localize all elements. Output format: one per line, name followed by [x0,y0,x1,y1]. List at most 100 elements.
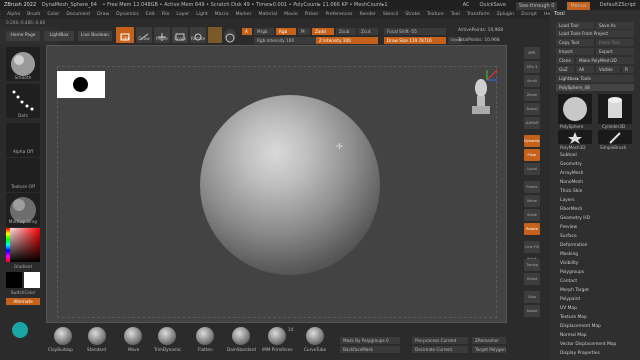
menu-dynamics[interactable]: Dynamics [116,10,139,19]
subpalette-uv-map[interactable]: UV Map [560,306,577,311]
preprocess-current-button[interactable]: Pre-process Current [412,337,468,344]
default-zscript-button[interactable]: DefaultZScript [600,0,636,10]
trimdynamic-brush-icon[interactable] [158,327,176,345]
menu-zscript[interactable]: Zscript [521,10,537,19]
aahalf-button[interactable]: AAHalf [524,117,540,129]
polymesh-thumb[interactable] [558,130,592,144]
xpose-button[interactable]: Xpose [524,305,540,317]
zoom-button[interactable]: Zoom [524,89,540,101]
load-tool-button[interactable]: Load Tool [556,22,594,29]
subpalette-visibility[interactable]: Visibility [560,261,578,266]
move-view-button[interactable]: Move [524,195,540,207]
copy-tool-button[interactable]: Copy Tool [556,39,594,46]
draw-button[interactable]: Draw [136,27,152,43]
lightbox-tools-button[interactable]: Lightbox▸ Tools [556,75,634,82]
damstandard-brush-icon[interactable] [232,327,250,345]
subpalette-arraymesh[interactable]: ArrayMesh [560,171,583,176]
subpalette-deformation[interactable]: Deformation [560,243,587,248]
rotate-button[interactable]: Rotate [190,27,206,43]
menu-movie[interactable]: Movie [284,10,298,19]
menu-stroke[interactable]: Stroke [405,10,420,19]
gradient-label[interactable]: Gradient [0,264,46,269]
menu-color[interactable]: Color [47,10,59,19]
clone-button[interactable]: Clone [556,57,574,64]
subpalette-geometry[interactable]: Geometry [560,162,582,167]
menu-alpha[interactable]: Alpha [7,10,20,19]
move-button[interactable]: Move [154,27,170,43]
sculptris-toggle[interactable] [224,29,236,43]
spix-button[interactable]: SPix 3 [524,61,540,73]
menu-tool[interactable]: Tool [451,10,460,19]
subpalette-geometry-hd[interactable]: Geometry HD [560,216,590,221]
menu-marker[interactable]: Marker [236,10,252,19]
make-polymesh-button[interactable]: Make PolyMesh3D [576,57,634,64]
polyf-button[interactable]: Line Fill PolyF [524,241,540,261]
menu-zplugin[interactable]: Zplugin [497,10,514,19]
zremesher-button[interactable]: ZRemesher [472,337,506,344]
quicksave-button[interactable]: QuickSave [479,0,505,10]
subpalette-display-properties[interactable]: Display Properties [560,351,600,356]
z-intensity-slider[interactable]: Z Intensity 100 [316,37,378,44]
ghost-button[interactable]: Ghost [524,273,540,285]
see-through-slider[interactable]: See-through 0 [515,1,558,10]
menu-document[interactable]: Document [66,10,90,19]
import-button[interactable]: Import [556,48,594,55]
menu-light[interactable]: Light [196,10,207,19]
subpalette-fibermesh[interactable]: FiberMesh [560,207,582,212]
secondary-color-swatch[interactable] [24,272,40,288]
subpalette-morph-target[interactable]: Morph Target [560,288,589,293]
simplebrush-thumb[interactable] [598,130,632,144]
material-swatch[interactable] [208,27,222,43]
subpalette-nanomesh[interactable]: NanoMesh [560,180,583,185]
bpr-button[interactable]: BPR [524,47,540,59]
edit-button[interactable]: Edit [116,27,134,43]
alternate-button[interactable]: Alternate [6,298,40,305]
polysphere-thumb[interactable] [558,94,592,124]
zadd-toggle[interactable]: Zadd [312,28,334,35]
color-picker[interactable] [6,228,40,262]
menus-button[interactable]: Menus [567,1,590,10]
menu-transform[interactable]: Transform [467,10,490,19]
main-color-swatch[interactable] [6,272,22,288]
mrgb-toggle[interactable]: Mrgb [254,28,274,35]
subpalette-layers[interactable]: Layers [560,198,575,203]
menu-brush[interactable]: Brush [27,10,40,19]
subpalette-preview[interactable]: Preview [560,225,577,230]
menu-texture[interactable]: Texture [427,10,444,19]
floor-button[interactable]: Floor [524,149,540,161]
mask-by-polygroups-slider[interactable]: Mask By Polygroups 0 [340,337,400,344]
lightbox-button[interactable]: LightBox [44,31,74,41]
menu-layer[interactable]: Layer [176,10,189,19]
subpalette-thick-skin[interactable]: Thick Skin [560,189,582,194]
cylinder-thumb[interactable] [598,94,632,124]
rgb-toggle[interactable]: Rgb [276,28,296,35]
menu-preferences[interactable]: Preferences [325,10,352,19]
target-polygons-count-slider[interactable]: Target Polygons Count 5 [472,346,506,353]
document-canvas[interactable]: ✛ [46,45,507,323]
hue-bar[interactable] [6,228,10,262]
switchcolor-label[interactable]: SwitchColor [0,290,46,295]
home-page-button[interactable]: Home Page [6,31,40,41]
draw-size-slider[interactable]: Draw Size 119.78716 [384,37,446,44]
avatar[interactable] [12,322,28,338]
a-toggle[interactable]: A [242,28,252,35]
flatten-brush-icon[interactable] [196,327,214,345]
load-tools-from-project-button[interactable]: Load Tools From Project [556,30,634,37]
subpalette-texture-map[interactable]: Texture Map [560,315,587,320]
visible-button[interactable]: Visible [596,66,620,73]
zcut-toggle[interactable]: Zcut [358,28,378,35]
actual-button[interactable]: Actual [524,103,540,115]
all-button[interactable]: All [576,66,594,73]
m-toggle[interactable]: M [298,28,310,35]
subpalette-subtool[interactable]: Subtool [560,153,577,158]
menu-picker[interactable]: Picker [305,10,319,19]
menu-stencil[interactable]: Stencil [383,10,399,19]
subpalette-surface[interactable]: Surface [560,234,577,239]
navigator-thumbnail[interactable] [57,71,105,98]
move-brush-icon[interactable] [124,327,142,345]
zsub-toggle[interactable]: Zsub [336,28,356,35]
decimate-current-button[interactable]: Decimate Current [412,346,468,353]
subpalette-polypaint[interactable]: Polypaint [560,297,580,302]
subpalette-contact[interactable]: Contact [560,279,577,284]
export-button[interactable]: Export [596,48,634,55]
